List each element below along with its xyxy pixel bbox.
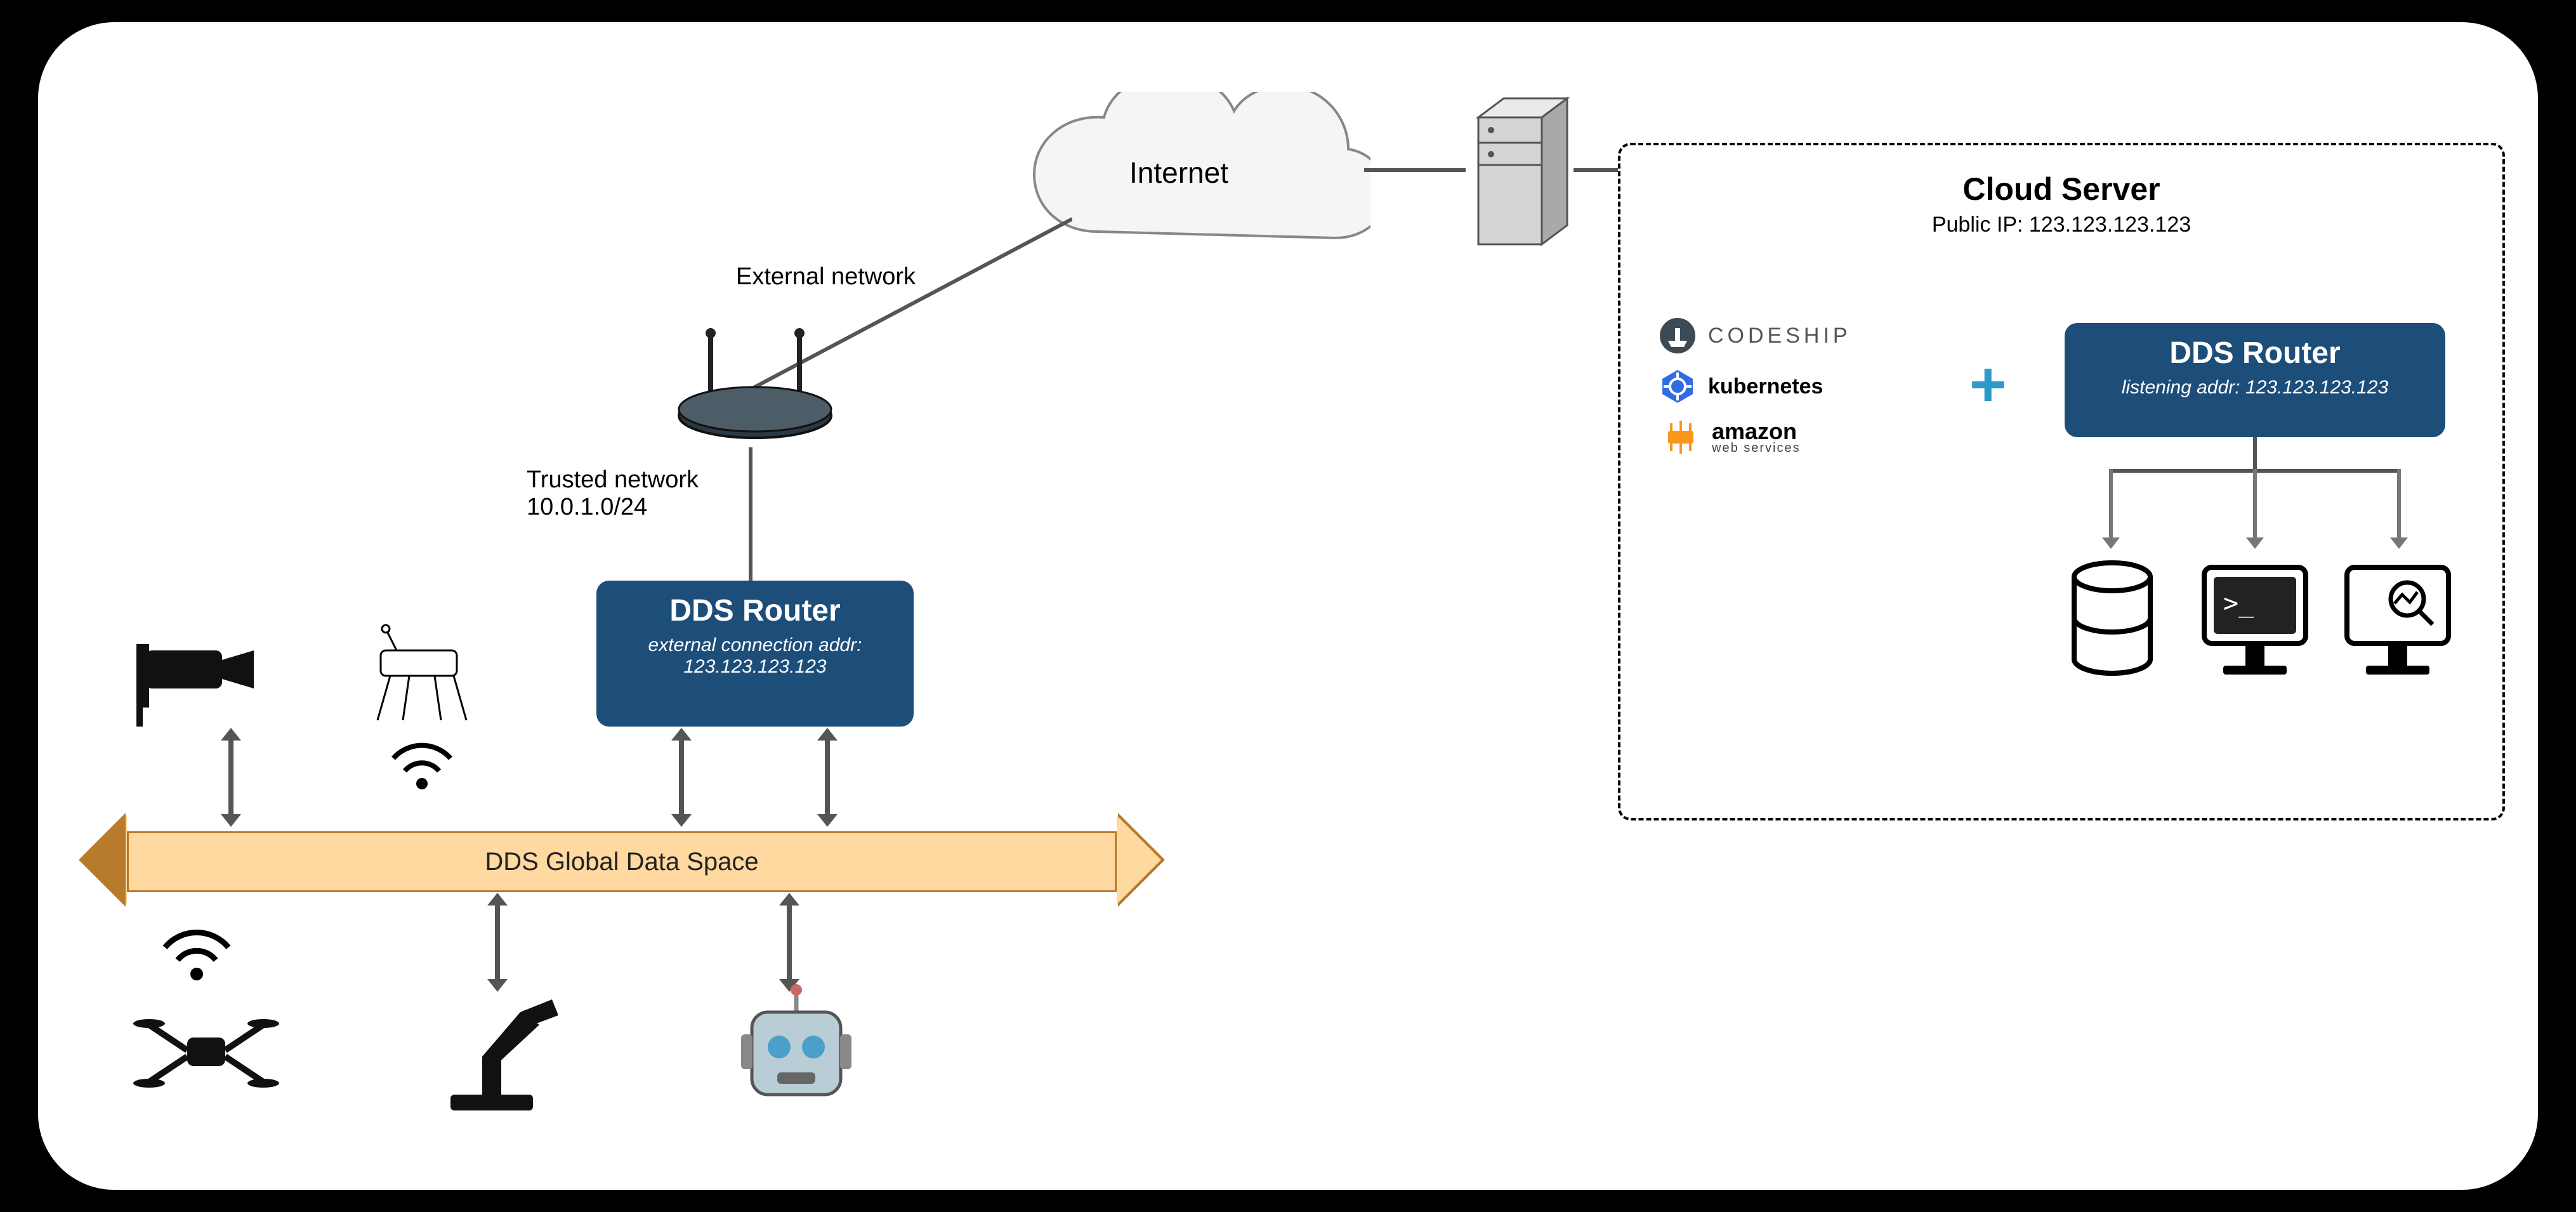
codeship-logo: CODESHIP bbox=[1659, 317, 1851, 355]
arrow-camera-to-dataspace bbox=[228, 739, 233, 815]
diagram-canvas: Internet External network Trusted networ… bbox=[38, 22, 2538, 1190]
kubernetes-label: kubernetes bbox=[1708, 374, 1823, 399]
cloud-dds-router-title: DDS Router bbox=[2084, 336, 2426, 371]
aws-icon bbox=[1659, 419, 1703, 454]
aws-label-group: amazon web services bbox=[1712, 418, 1801, 456]
robot-arm-icon bbox=[425, 987, 571, 1120]
dds-global-data-space-label: DDS Global Data Space bbox=[485, 848, 758, 876]
cloud-server-public-ip: Public IP: 123.123.123.123 bbox=[1620, 213, 2502, 237]
wifi-icon-top bbox=[387, 736, 457, 793]
cloud-router-trunk bbox=[2253, 437, 2257, 469]
analytics-monitor-icon bbox=[2337, 558, 2458, 691]
kubernetes-icon bbox=[1659, 367, 1697, 405]
kubernetes-logo: kubernetes bbox=[1659, 367, 1851, 405]
robot-head-icon bbox=[730, 984, 863, 1117]
cloud-dds-router-box: DDS Router listening addr: 123.123.123.1… bbox=[2065, 323, 2445, 437]
codeship-icon bbox=[1659, 317, 1697, 355]
cloud-dds-router-sub: listening addr: 123.123.123.123 bbox=[2084, 377, 2426, 399]
arrow-router-to-dataspace-1 bbox=[679, 739, 684, 815]
link-cloud-to-server bbox=[1364, 168, 1466, 172]
arrow-to-analytics bbox=[2397, 469, 2401, 539]
drone-icon bbox=[133, 999, 279, 1107]
cloud-logos: CODESHIP kubernetes bbox=[1659, 317, 1851, 456]
trusted-network-label: Trusted network bbox=[527, 466, 699, 494]
svg-text:>_: >_ bbox=[2223, 589, 2254, 618]
cloud-server-title: Cloud Server bbox=[1620, 171, 2502, 207]
wifi-icon-bottom bbox=[159, 923, 235, 984]
aws-logo: amazon web services bbox=[1659, 418, 1851, 456]
arrow-dataspace-to-robothead bbox=[787, 904, 792, 980]
external-network-label: External network bbox=[736, 263, 916, 291]
local-dds-router-sub1: external connection addr: bbox=[615, 635, 895, 656]
database-icon bbox=[2065, 558, 2160, 685]
cloud-server-box: Cloud Server Public IP: 123.123.123.123 … bbox=[1618, 143, 2505, 820]
security-camera-icon bbox=[133, 631, 273, 733]
link-modem-to-ddsrouter bbox=[749, 447, 752, 581]
dds-global-data-space: DDS Global Data Space bbox=[127, 831, 1117, 892]
arrow-to-terminal bbox=[2253, 469, 2257, 539]
arrow-router-to-dataspace-2 bbox=[825, 739, 830, 815]
internet-label: Internet bbox=[1129, 155, 1228, 190]
link-server-to-cloudbox bbox=[1574, 168, 1618, 172]
terminal-monitor-icon: >_ bbox=[2195, 558, 2315, 691]
arrow-dataspace-to-arm bbox=[495, 904, 500, 980]
local-dds-router-title: DDS Router bbox=[615, 593, 895, 628]
wireless-router-icon bbox=[666, 327, 844, 454]
codeship-label: CODESHIP bbox=[1708, 324, 1851, 348]
local-dds-router-sub2: 123.123.123.123 bbox=[615, 656, 895, 678]
local-dds-router-box: DDS Router external connection addr: 123… bbox=[596, 581, 914, 727]
trusted-network-labels: Trusted network 10.0.1.0/24 bbox=[527, 466, 699, 521]
plus-icon: + bbox=[1969, 348, 2006, 421]
arrow-to-database bbox=[2109, 469, 2113, 539]
quadruped-robot-icon bbox=[355, 619, 495, 733]
server-rack-icon bbox=[1466, 92, 1580, 257]
aws-label-line2: web services bbox=[1712, 441, 1801, 456]
trusted-network-cidr: 10.0.1.0/24 bbox=[527, 494, 699, 521]
